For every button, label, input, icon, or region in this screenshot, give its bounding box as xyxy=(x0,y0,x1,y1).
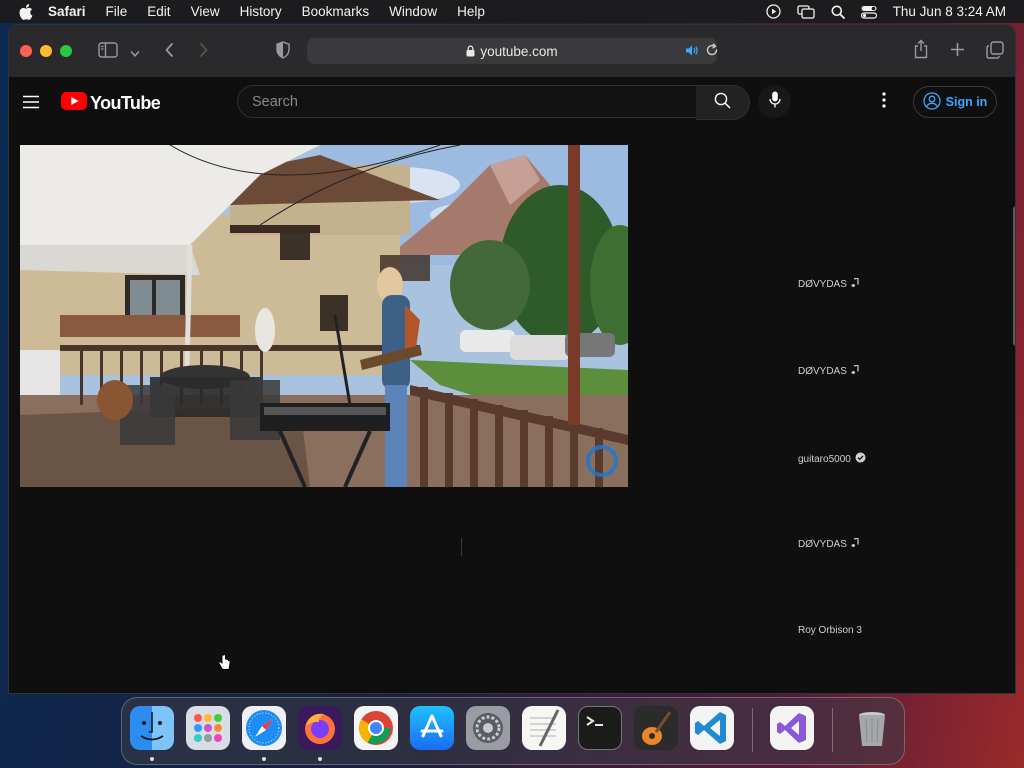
textedit-icon[interactable] xyxy=(522,706,566,750)
sign-in-label: Sign in xyxy=(945,95,988,109)
minimize-window-button[interactable] xyxy=(40,45,52,57)
finder-icon[interactable] xyxy=(130,706,174,750)
trash-icon[interactable] xyxy=(850,706,894,750)
menu-bookmarks[interactable]: Bookmarks xyxy=(302,4,370,19)
running-indicator xyxy=(262,757,266,761)
now-playing-icon[interactable] xyxy=(766,4,781,19)
recommendation-channel: DØVYDAS xyxy=(798,539,847,550)
menu-edit[interactable]: Edit xyxy=(147,4,170,19)
app-store-icon[interactable] xyxy=(410,706,454,750)
menu-history[interactable]: History xyxy=(240,4,282,19)
menu-app-name[interactable]: Safari xyxy=(48,4,86,19)
safari-toolbar: youtube.com xyxy=(9,25,1015,78)
menu-bar: Safari File Edit View History Bookmarks … xyxy=(0,0,1024,23)
speaker-audio-icon[interactable] xyxy=(685,44,699,60)
menu-help[interactable]: Help xyxy=(457,4,485,19)
loading-divider xyxy=(461,538,462,556)
address-bar[interactable]: youtube.com xyxy=(307,38,719,64)
video-player[interactable] xyxy=(20,145,628,487)
recommendation-item[interactable]: DØVYDAS xyxy=(798,277,859,291)
microphone-icon xyxy=(768,91,781,113)
running-indicator xyxy=(150,757,154,761)
hand-pointer-cursor-icon xyxy=(217,653,231,676)
tab-overview-icon[interactable] xyxy=(986,41,1004,64)
menu-view[interactable]: View xyxy=(191,4,220,19)
dock-separator xyxy=(832,708,833,752)
page-scrollbar[interactable] xyxy=(1013,206,1015,346)
dock xyxy=(121,697,905,765)
search-icon xyxy=(714,92,731,114)
recommendation-channel: guitaro5000 xyxy=(798,453,851,465)
more-options-vertical-icon[interactable] xyxy=(881,91,887,114)
vscode-icon[interactable] xyxy=(690,706,734,750)
spotlight-search-icon[interactable] xyxy=(831,5,845,19)
share-icon[interactable] xyxy=(913,39,929,64)
forward-arrow-icon[interactable] xyxy=(199,42,209,63)
youtube-play-logo-icon xyxy=(61,92,87,115)
recommendation-item[interactable]: DØVYDAS xyxy=(798,364,859,378)
screen-mirroring-icon[interactable] xyxy=(797,4,815,19)
running-indicator xyxy=(318,757,322,761)
chevron-down-icon[interactable] xyxy=(130,45,140,63)
zoom-window-button[interactable] xyxy=(60,45,72,57)
recommendation-item[interactable]: Roy Orbison 3 xyxy=(798,625,862,636)
chrome-icon[interactable] xyxy=(354,706,398,750)
account-circle-icon xyxy=(923,91,941,113)
recommendation-channel: DØVYDAS xyxy=(798,366,847,377)
voice-search-button[interactable] xyxy=(758,85,791,118)
safari-window: youtube.com YouTube Search Sign in DØVYD… xyxy=(9,25,1015,693)
address-url: youtube.com xyxy=(480,43,558,59)
back-arrow-icon[interactable] xyxy=(164,42,174,63)
garageband-icon[interactable] xyxy=(634,706,678,750)
youtube-logo-text: YouTube xyxy=(90,93,161,113)
music-note-icon xyxy=(851,364,859,378)
menu-bar-status: Thu Jun 8 3:24 AM xyxy=(766,0,1006,23)
dock-separator xyxy=(752,708,753,752)
menu-window[interactable]: Window xyxy=(389,4,437,19)
safari-icon[interactable] xyxy=(242,706,286,750)
recommendation-channel: DØVYDAS xyxy=(798,279,847,290)
music-note-icon xyxy=(851,537,859,551)
menu-file[interactable]: File xyxy=(106,4,128,19)
hamburger-menu-icon[interactable] xyxy=(22,95,40,114)
menu-bar-clock[interactable]: Thu Jun 8 3:24 AM xyxy=(893,4,1006,19)
search-button[interactable] xyxy=(696,85,750,120)
search-input[interactable] xyxy=(238,92,684,111)
search-box[interactable] xyxy=(237,85,697,118)
new-tab-plus-icon[interactable] xyxy=(950,42,965,62)
control-center-icon[interactable] xyxy=(860,5,877,19)
reload-icon[interactable] xyxy=(705,43,719,60)
recommendation-item[interactable]: DØVYDAS xyxy=(798,537,859,551)
music-note-icon xyxy=(851,277,859,291)
launchpad-icon[interactable] xyxy=(186,706,230,750)
apple-menu-icon[interactable] xyxy=(18,3,34,20)
sign-in-button[interactable]: Sign in xyxy=(913,86,997,118)
system-settings-icon[interactable] xyxy=(466,706,510,750)
privacy-shield-icon[interactable] xyxy=(276,41,290,64)
youtube-page: YouTube Sign in xyxy=(9,78,1015,693)
recommendation-item[interactable]: guitaro5000 xyxy=(798,452,866,466)
visual-studio-icon[interactable] xyxy=(770,706,814,750)
video-frame-image xyxy=(20,145,628,487)
terminal-icon[interactable] xyxy=(578,706,622,750)
verified-check-icon xyxy=(855,452,866,466)
youtube-logo[interactable]: YouTube xyxy=(61,92,161,115)
close-window-button[interactable] xyxy=(20,45,32,57)
sidebar-toggle-icon[interactable] xyxy=(98,42,118,63)
recommendation-channel: Roy Orbison 3 xyxy=(798,625,862,636)
lock-icon xyxy=(466,45,475,57)
firefox-icon[interactable] xyxy=(298,706,342,750)
